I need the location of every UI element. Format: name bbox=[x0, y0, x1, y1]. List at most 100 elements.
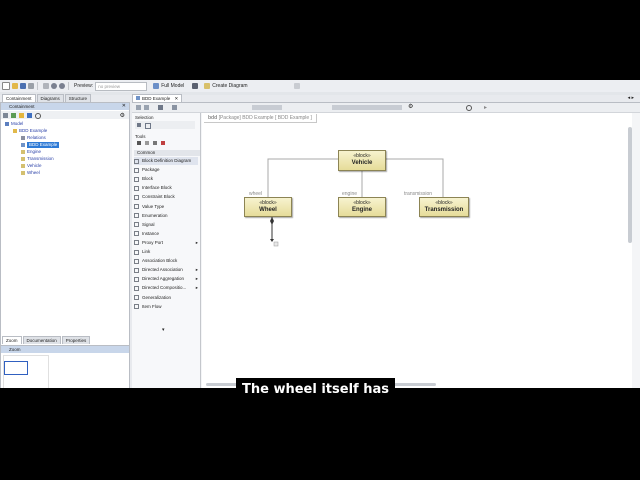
vertical-scrollbar[interactable] bbox=[628, 127, 632, 243]
diagram-canvas[interactable]: bdd [Package] BDD Example [ BDD Example … bbox=[202, 113, 632, 388]
create-diagram-button[interactable]: Create Diagram bbox=[212, 83, 247, 89]
settings-icon[interactable]: ⚙ bbox=[408, 103, 413, 110]
layout-icon[interactable] bbox=[192, 83, 199, 89]
anchor-icon[interactable] bbox=[153, 141, 157, 145]
navigate-back-icon[interactable] bbox=[293, 83, 300, 89]
more-options-icon[interactable]: ▸ bbox=[196, 239, 198, 247]
palette-group-common[interactable]: Common bbox=[134, 150, 200, 156]
palette-item[interactable]: Enumeration bbox=[134, 212, 198, 220]
tab-diagrams[interactable]: Diagrams bbox=[36, 94, 64, 102]
add-element-icon[interactable] bbox=[19, 113, 24, 118]
palette-item-icon bbox=[134, 158, 139, 164]
tree-item[interactable]: Wheel bbox=[21, 170, 40, 176]
forward-icon[interactable] bbox=[144, 105, 149, 110]
tab-bdd-example[interactable]: BDD Example ✕ bbox=[132, 94, 183, 102]
palette-item-icon bbox=[134, 222, 139, 228]
palette-item[interactable]: Signal bbox=[134, 221, 198, 229]
print-icon[interactable] bbox=[28, 83, 34, 89]
zoom-viewport[interactable] bbox=[4, 361, 28, 375]
redo-icon[interactable] bbox=[59, 83, 65, 89]
palette-item[interactable]: Directed Aggregation ▸ bbox=[134, 275, 198, 283]
palette-item[interactable]: Block bbox=[134, 175, 198, 183]
filter-icon[interactable] bbox=[27, 113, 32, 118]
zoom-search-icon[interactable] bbox=[466, 105, 472, 111]
block-engine[interactable]: «block» Engine bbox=[338, 197, 386, 217]
tree-item[interactable]: Relations bbox=[21, 135, 46, 141]
tree-item-label: BDD Example bbox=[19, 128, 48, 133]
zoom-header: Zoom bbox=[1, 346, 129, 353]
tree-node-icon bbox=[21, 150, 25, 154]
tree-item[interactable]: Model bbox=[5, 121, 23, 127]
expand-icon[interactable] bbox=[11, 113, 16, 118]
more-options-icon[interactable]: ▸ bbox=[196, 275, 198, 283]
tree-item[interactable]: Vehicle bbox=[21, 163, 42, 169]
more-options-icon[interactable]: ▸ bbox=[196, 284, 198, 292]
cut-icon[interactable] bbox=[43, 83, 49, 89]
preview-select[interactable]: no preview bbox=[95, 81, 148, 91]
undo-icon[interactable] bbox=[51, 83, 57, 89]
palette-item[interactable]: Interface Block bbox=[134, 184, 198, 192]
select-icon[interactable] bbox=[158, 105, 163, 110]
tab-structure[interactable]: Structure bbox=[64, 94, 92, 102]
palette-item-icon bbox=[134, 276, 139, 282]
settings-icon[interactable]: ⚙ bbox=[120, 112, 125, 119]
selection-tools bbox=[135, 121, 195, 129]
block-wheel[interactable]: «block» Wheel bbox=[244, 197, 292, 217]
palette-item[interactable]: Item Flow bbox=[134, 303, 198, 311]
palette-item[interactable]: Value Type bbox=[134, 203, 198, 211]
rectangle-icon[interactable] bbox=[161, 141, 165, 145]
tab-zoom[interactable]: Zoom bbox=[2, 336, 22, 344]
block-name: Transmission bbox=[424, 207, 464, 213]
align-icon[interactable] bbox=[172, 105, 177, 110]
palette-item[interactable]: Proxy Port ▸ bbox=[134, 239, 198, 247]
palette-item[interactable]: Generalization bbox=[134, 294, 198, 302]
tree-item[interactable]: Engine bbox=[21, 149, 41, 155]
full-model-button[interactable]: Full Model bbox=[161, 83, 184, 89]
tab-properties[interactable]: Properties bbox=[61, 336, 91, 344]
palette-item[interactable]: Constraint Block bbox=[134, 193, 198, 201]
marquee-icon[interactable] bbox=[145, 123, 151, 129]
open-icon[interactable] bbox=[12, 83, 18, 89]
tree-item[interactable]: Transmission bbox=[21, 156, 54, 162]
format-icon[interactable] bbox=[252, 105, 282, 110]
block-vehicle[interactable]: «block» Vehicle bbox=[338, 150, 386, 171]
tab-documentation[interactable]: Documentation bbox=[22, 336, 61, 344]
search-icon[interactable] bbox=[35, 113, 41, 119]
palette-item[interactable]: Link bbox=[134, 248, 198, 256]
video-caption: The wheel itself has bbox=[236, 378, 395, 402]
play-icon[interactable]: ▸ bbox=[484, 104, 487, 111]
pointer-icon[interactable] bbox=[137, 123, 141, 127]
back-icon[interactable] bbox=[136, 105, 141, 110]
tree-item-label: Engine bbox=[27, 149, 42, 154]
more-options-icon[interactable]: ▸ bbox=[196, 266, 198, 274]
tree-node-icon bbox=[21, 171, 25, 175]
close-icon[interactable]: ✕ bbox=[122, 103, 126, 110]
palette-item[interactable]: Block Definition Diagram bbox=[134, 157, 198, 165]
palette-item[interactable]: Directed Association ▸ bbox=[134, 266, 198, 274]
tree-item[interactable]: BDD Example bbox=[13, 128, 47, 134]
close-tab-icon[interactable]: ✕ bbox=[175, 96, 179, 101]
layout-tools-icon[interactable] bbox=[332, 105, 402, 110]
new-project-icon[interactable] bbox=[2, 82, 10, 90]
palette-item[interactable]: Directed Compositio... ▸ bbox=[134, 284, 198, 292]
tab-containment[interactable]: Containment bbox=[2, 94, 36, 102]
palette-item[interactable]: Instance bbox=[134, 230, 198, 238]
collapse-all-icon[interactable] bbox=[3, 113, 8, 118]
save-icon[interactable] bbox=[20, 83, 26, 89]
create-diagram-icon bbox=[204, 83, 211, 89]
palette-item-icon bbox=[134, 295, 139, 300]
chevron-right-icon[interactable]: ▸ bbox=[631, 95, 634, 101]
note-icon[interactable] bbox=[145, 141, 149, 145]
block-transmission[interactable]: «block» Transmission bbox=[419, 197, 469, 217]
palette-item-label: Generalization bbox=[142, 294, 172, 300]
palette-item-label: Item Flow bbox=[142, 303, 162, 309]
chevron-left-icon[interactable]: ◂ bbox=[628, 95, 631, 101]
text-icon[interactable] bbox=[137, 141, 141, 145]
palette-item[interactable]: Package bbox=[134, 166, 198, 174]
palette-item[interactable]: Association Block bbox=[134, 257, 198, 265]
zoom-thumbnail[interactable] bbox=[3, 355, 49, 388]
editor-area: ⚙ ▸ Selection Tools Common Block Definit… bbox=[132, 102, 640, 388]
tree-item[interactable]: BDD Example bbox=[21, 142, 60, 148]
palette-more-icon[interactable]: ▾ bbox=[162, 327, 165, 333]
block-name: Engine bbox=[351, 207, 372, 213]
